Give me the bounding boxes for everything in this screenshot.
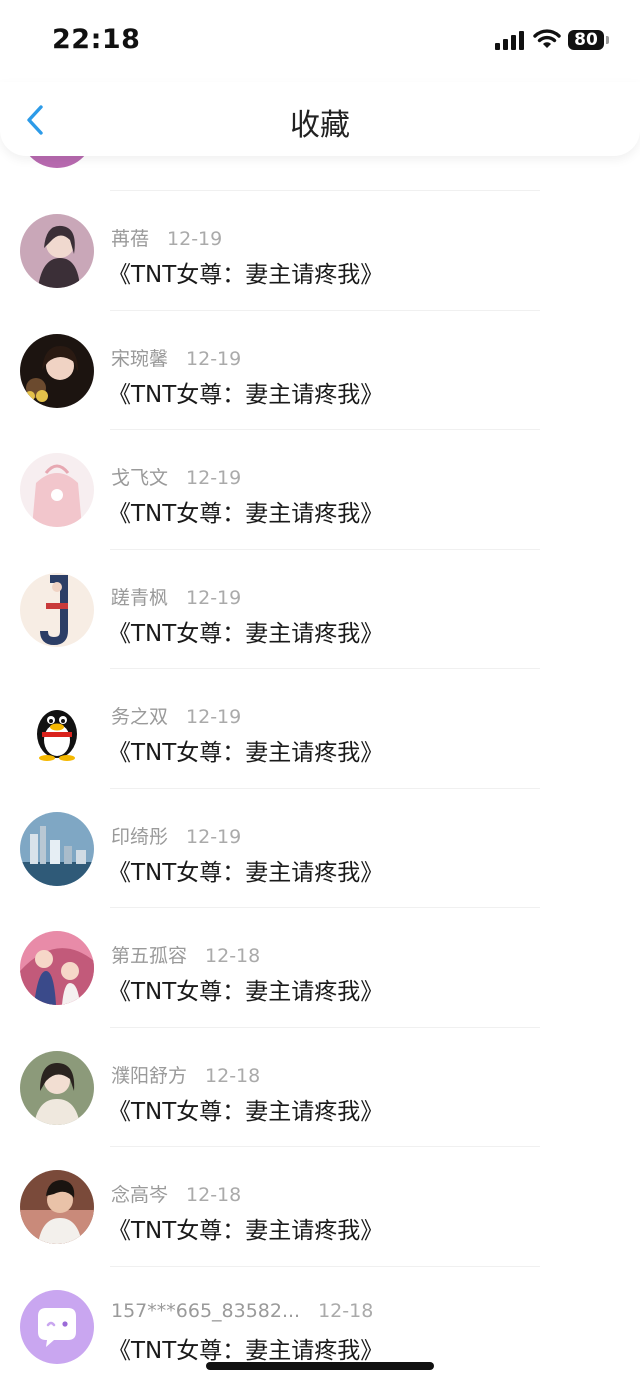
book-title: 《TNT女尊：妻主请疼我》	[108, 740, 384, 766]
user-name: 念高岑	[111, 1184, 169, 1206]
battery-icon: 80	[568, 30, 604, 50]
favorite-date: 12-19	[186, 825, 242, 848]
avatar	[20, 453, 94, 527]
avatar	[20, 1170, 94, 1244]
cellular-signal-icon	[495, 31, 524, 50]
avatar	[20, 692, 94, 766]
user-name: 第五孤容	[111, 945, 188, 967]
book-title: 《TNT女尊：妻主请疼我》	[108, 262, 384, 288]
avatar	[20, 931, 94, 1005]
favorite-date: 12-19	[167, 228, 223, 250]
nav-header: 收藏	[0, 82, 640, 156]
list-item[interactable]: 念高岑 12-18 《TNT女尊：妻主请疼我》	[0, 1147, 640, 1267]
list-item[interactable]: 蹉青枫 12-19 《TNT女尊：妻主请疼我》	[0, 550, 640, 670]
list-item[interactable]: 苒蓓 12-19 《TNT女尊：妻主请疼我》	[0, 191, 640, 311]
favorite-date: 12-18	[186, 1184, 242, 1206]
avatar	[20, 333, 94, 408]
favorite-meta: 务之双 12-19	[111, 702, 241, 729]
favorite-date: 12-19	[186, 467, 242, 489]
favorite-meta: 濮阳舒方 12-18	[111, 1061, 260, 1088]
favorite-meta: 印绮彤 12-19	[111, 822, 241, 849]
favorite-meta: 念高岑 12-18	[111, 1180, 241, 1207]
favorite-date: 12-18	[318, 1299, 374, 1322]
list-item[interactable]: 第五孤容 12-18 《TNT女尊：妻主请疼我》	[0, 908, 640, 1028]
favorite-date: 12-19	[186, 586, 242, 609]
user-name: 濮阳舒方	[111, 1064, 188, 1087]
page-title: 收藏	[290, 108, 350, 143]
book-title: 《TNT女尊：妻主请疼我》	[108, 1337, 384, 1364]
favorite-date: 12-18	[205, 945, 261, 967]
favorite-meta: 戈飞文 12-19	[111, 463, 241, 490]
avatar	[20, 811, 94, 886]
book-title: 《TNT女尊：妻主请疼我》	[108, 620, 384, 647]
favorite-date: 12-18	[205, 1064, 261, 1087]
user-name: 蹉青枫	[111, 586, 169, 609]
book-title: 《TNT女尊：妻主请疼我》	[108, 381, 384, 408]
book-title: 《TNT女尊：妻主请疼我》	[108, 979, 384, 1005]
favorite-meta: 第五孤容 12-18	[111, 941, 260, 968]
status-bar: 22:18 80	[0, 0, 640, 82]
favorite-date: 12-19	[186, 706, 242, 728]
status-time: 22:18	[52, 24, 141, 55]
favorites-screen: 22:18 80 收藏 苒蓓 12-19 《TNT女尊：妻主请疼我》 宋琬馨 1…	[0, 0, 640, 1385]
wifi-icon	[533, 29, 561, 48]
book-title: 《TNT女尊：妻主请疼我》	[108, 501, 384, 527]
user-name: 宋琬馨	[111, 347, 169, 370]
list-item[interactable]: 濮阳舒方 12-18 《TNT女尊：妻主请疼我》	[0, 1028, 640, 1148]
favorites-list: 苒蓓 12-19 《TNT女尊：妻主请疼我》 宋琬馨 12-19 《TNT女尊：妻主…	[0, 94, 640, 1385]
user-name: 157***665_83582...	[111, 1299, 301, 1322]
list-item[interactable]: 印绮彤 12-19 《TNT女尊：妻主请疼我》	[0, 789, 640, 909]
user-name: 戈飞文	[111, 467, 169, 489]
favorite-date: 12-19	[186, 347, 242, 370]
avatar	[20, 1050, 94, 1125]
favorite-meta: 宋琬馨 12-19	[111, 344, 241, 371]
user-name: 苒蓓	[111, 228, 150, 250]
list-item[interactable]: 务之双 12-19 《TNT女尊：妻主请疼我》	[0, 669, 640, 789]
avatar	[20, 214, 94, 288]
book-title: 《TNT女尊：妻主请疼我》	[108, 859, 384, 886]
user-name: 务之双	[111, 706, 169, 728]
favorite-meta: 苒蓓 12-19	[111, 224, 222, 251]
book-title: 《TNT女尊：妻主请疼我》	[108, 1218, 384, 1244]
favorite-meta: 蹉青枫 12-19	[111, 583, 241, 610]
user-name: 印绮彤	[111, 825, 169, 848]
list-item[interactable]: 戈飞文 12-19 《TNT女尊：妻主请疼我》	[0, 430, 640, 550]
favorite-meta: 157***665_83582... 12-18	[111, 1300, 373, 1322]
avatar	[20, 1289, 94, 1364]
home-indicator[interactable]	[206, 1362, 434, 1370]
list-item[interactable]: 宋琬馨 12-19 《TNT女尊：妻主请疼我》	[0, 311, 640, 431]
battery-cap	[606, 36, 609, 44]
book-title: 《TNT女尊：妻主请疼我》	[108, 1098, 384, 1125]
avatar	[20, 572, 94, 647]
